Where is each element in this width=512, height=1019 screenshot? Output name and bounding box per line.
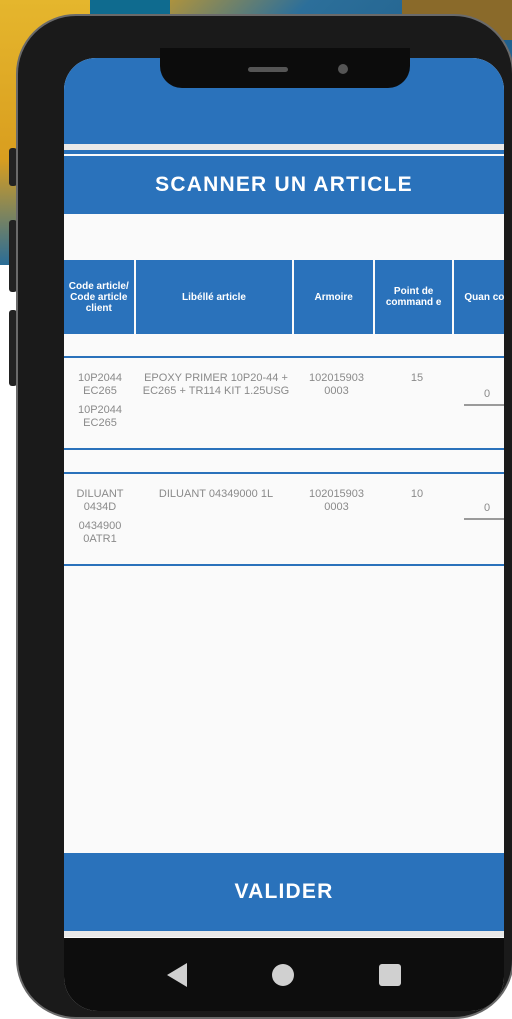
table-row[interactable]: DILUANT 0434D 0434900 0ATR1 DILUANT 0434… (64, 472, 504, 566)
item-code: 10P2044 EC265 (77, 372, 123, 397)
item-client-code: 0434900 0ATR1 (78, 520, 122, 545)
phone-frame: SCANNER UN ARTICLE Code article/ Code ar… (16, 14, 512, 1019)
quantity-input[interactable]: 0 (464, 388, 504, 406)
column-header-armoire: Armoire (294, 260, 375, 334)
speaker-grille (248, 67, 288, 72)
phone-notch (160, 48, 410, 88)
validate-button[interactable]: VALIDER (64, 853, 504, 937)
divider (64, 144, 504, 150)
home-icon[interactable] (271, 963, 294, 986)
item-client-code: 10P2044 EC265 (77, 404, 123, 429)
recent-apps-icon[interactable] (379, 963, 402, 986)
cell-label: DILUANT 04349000 1L (158, 488, 274, 500)
table-header: Code article/ Code article client Libéll… (64, 260, 504, 334)
column-header-quantite: Quan com (454, 260, 504, 334)
item-code: DILUANT 0434D (76, 488, 124, 513)
cell-code: DILUANT 0434D 0434900 0ATR1 (64, 474, 136, 564)
back-icon[interactable] (166, 962, 187, 987)
quantity-input[interactable]: 0 (464, 502, 504, 520)
column-header-code: Code article/ Code article client (64, 260, 136, 334)
page-title: SCANNER UN ARTICLE (64, 156, 504, 214)
cell-code: 10P2044 EC265 10P2044 EC265 (64, 358, 136, 448)
cell-armoire: 102015903 0003 (308, 372, 365, 397)
cell-point-commande: 15 (410, 372, 424, 384)
column-header-point-commande: Point de command e (375, 260, 455, 334)
cell-armoire: 102015903 0003 (308, 488, 365, 513)
cell-point-commande: 10 (410, 488, 424, 500)
cell-label: EPOXY PRIMER 10P20-44 + EC265 + TR114 KI… (142, 372, 290, 397)
column-header-label: Libéllé article (136, 260, 295, 334)
table-row[interactable]: 10P2044 EC265 10P2044 EC265 EPOXY PRIMER… (64, 356, 504, 450)
front-camera (338, 64, 348, 74)
app-screen: SCANNER UN ARTICLE Code article/ Code ar… (64, 58, 504, 1011)
android-nav-bar (64, 938, 504, 1011)
